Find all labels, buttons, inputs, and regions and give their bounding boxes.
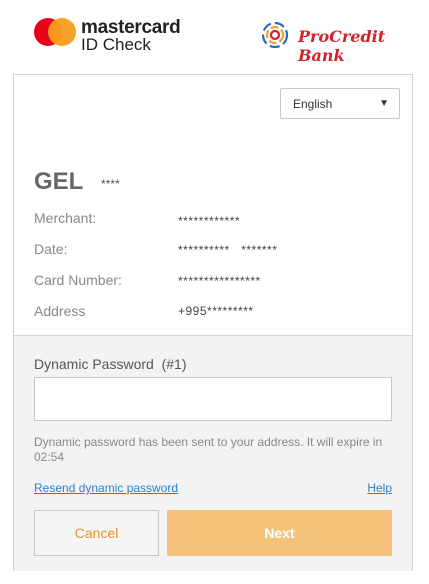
cancel-button[interactable]: Cancel [34,510,159,556]
header: mastercard ID Check ProCredit Bank [0,0,429,72]
date-value: ********** ******* [178,243,278,257]
dropdown-arrow-icon: ▼ [379,98,389,109]
card-number-label: Card Number: [34,272,122,288]
address-label: Address [34,303,86,319]
bank-name: ProCredit Bank [298,27,386,65]
next-button[interactable]: Next [167,510,392,556]
merchant-label: Merchant: [34,210,97,226]
password-info-text: Dynamic password has been sent to your a… [34,435,383,464]
password-section: Dynamic Password (#1) Dynamic password h… [14,335,412,571]
address-value: +995********* [178,304,254,318]
mastercard-logo-icon [34,18,76,46]
currency: GEL [34,168,84,195]
amount-value: **** [101,177,120,191]
dynamic-password-input[interactable] [34,377,392,421]
procredit-logo-icon [262,22,288,48]
language-select[interactable]: English ▼ [280,88,400,119]
card-number-value: **************** [178,274,261,288]
date-label: Date: [34,241,68,257]
merchant-value: ************ [178,214,241,228]
authentication-panel: English ▼ GEL **** Merchant: ***********… [13,74,413,571]
help-link[interactable]: Help [367,481,392,495]
dynamic-password-label: Dynamic Password (#1) [34,356,187,372]
id-check-text: ID Check [81,35,151,54]
language-selected-value: English [293,97,333,111]
resend-password-link[interactable]: Resend dynamic password [34,481,178,495]
